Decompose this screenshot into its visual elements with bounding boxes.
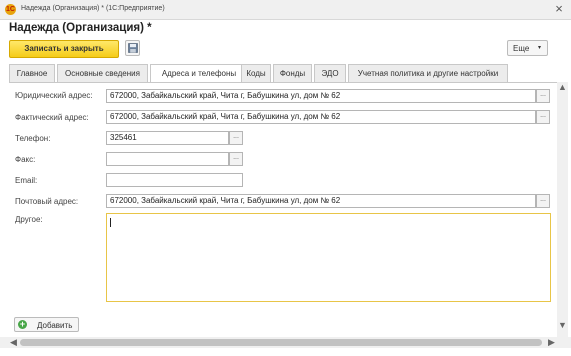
actual-address-select-button[interactable]: ... [536,110,550,124]
tab-accounting-policy[interactable]: Учетная политика и другие настройки [348,64,508,82]
actual-address-label: Фактический адрес: [15,113,89,122]
actual-address-field[interactable]: 672000, Забайкальский край, Чита г, Бабу… [106,110,536,124]
disk-icon [128,43,138,53]
chevron-down-icon: ▾ [538,45,542,51]
form-title: Надежда (Организация) * [9,22,152,34]
other-label: Другое: [15,215,43,224]
tab-basic-info[interactable]: Основные сведения [57,64,148,82]
fax-select-button[interactable]: ... [229,152,243,166]
add-button[interactable]: + Добавить [14,317,79,332]
add-button-label: Добавить [37,321,73,330]
more-button[interactable]: Еще ▾ [507,40,548,56]
email-field[interactable] [106,173,243,187]
scroll-up-icon[interactable]: ▲ [558,82,567,92]
fax-label: Факс: [15,155,36,164]
horizontal-scrollbar[interactable]: ◀ ▶ [0,337,571,348]
phone-field[interactable]: 325461 [106,131,229,145]
text-caret [110,218,111,227]
scroll-right-icon[interactable]: ▶ [548,337,555,348]
save-button[interactable] [125,40,140,56]
legal-address-label: Юридический адрес: [15,91,93,100]
postal-address-select-button[interactable]: ... [536,194,550,208]
postal-address-label: Почтовый адрес: [15,197,79,206]
email-label: Email: [15,176,38,185]
phone-select-button[interactable]: ... [229,131,243,145]
other-textarea[interactable] [106,213,551,302]
scrollbar-thumb[interactable] [20,339,542,346]
legal-address-select-button[interactable]: ... [536,89,550,103]
save-and-close-button[interactable]: Записать и закрыть [9,40,119,58]
scroll-left-icon[interactable]: ◀ [10,337,17,348]
tab-main[interactable]: Главное [9,64,55,82]
vertical-scrollbar[interactable]: ▲ ▼ [557,82,568,337]
plus-icon: + [18,319,27,329]
app-logo-icon: 1C [5,4,16,15]
window-title: Надежда (Организация) * (1С:Предприятие) [21,5,165,12]
postal-address-field[interactable]: 672000, Забайкальский край, Чита г, Бабу… [106,194,536,208]
tab-addresses-phones[interactable]: Адреса и телефоны [150,64,248,83]
scroll-down-icon[interactable]: ▼ [558,320,567,330]
tab-codes[interactable]: Коды [241,64,271,82]
tab-funds[interactable]: Фонды [273,64,312,82]
fax-field[interactable] [106,152,229,166]
more-label: Еще [513,44,530,53]
window-titlebar: 1C Надежда (Организация) * (1С:Предприят… [0,0,571,20]
tab-edo[interactable]: ЭДО [314,64,346,82]
close-icon[interactable]: × [552,2,566,16]
phone-label: Телефон: [15,134,51,143]
legal-address-field[interactable]: 672000, Забайкальский край, Чита г, Бабу… [106,89,536,103]
